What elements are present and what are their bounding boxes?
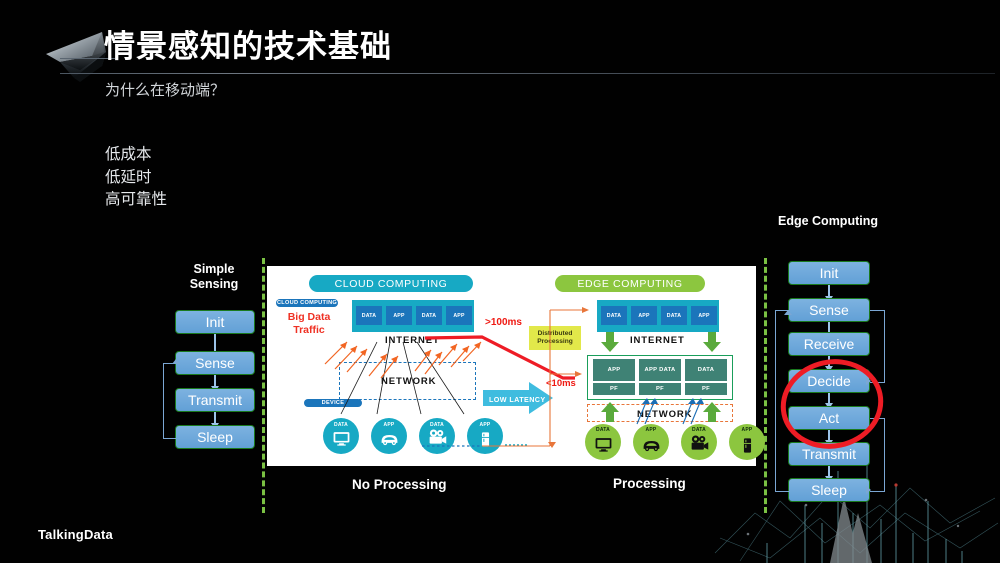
edge-server-1-top: APP DATA [639, 359, 681, 381]
edge-device-uplinks [636, 398, 704, 425]
separator-left [262, 258, 265, 513]
left-node-transmit[interactable]: Transmit [175, 388, 255, 412]
right-node-receive[interactable]: Receive [788, 332, 870, 356]
edge-down-arrows [601, 332, 721, 352]
processing-caption: Processing [613, 476, 686, 491]
left-arrow-1 [211, 375, 219, 392]
edge-device-1-label: APP [645, 427, 657, 433]
edge-device-2: DATA [681, 424, 717, 460]
bullet-list: 低成本 低延时 高可靠性 [105, 144, 167, 212]
left-flow-title-line1: Simple [193, 262, 235, 276]
monitor-icon [595, 438, 611, 452]
edge-device-3: APP [729, 424, 765, 460]
edge-device-1: APP [633, 424, 669, 460]
left-loop-arrowhead-icon [172, 359, 180, 364]
refrigerator-icon [743, 438, 751, 453]
bullet-item-0: 低成本 [105, 146, 152, 163]
right-loop-outer-arrowhead-icon [784, 306, 792, 315]
left-loop-path [163, 363, 177, 439]
bullet-item-1: 低延时 [105, 168, 152, 186]
slide-root: 情景感知的技术基础 为什么在移动端？ 低成本 低延时 高可靠性 Simple S… [0, 0, 1000, 563]
no-processing-caption: No Processing [352, 477, 447, 492]
edge-cell-2: DATA [661, 306, 687, 325]
right-loop-sleep-arrowhead-icon [866, 486, 871, 494]
page-subtitle: 为什么在移动端？ [105, 82, 226, 99]
right-node-init[interactable]: Init [788, 261, 870, 285]
left-arrow-0 [211, 334, 219, 357]
architecture-diagram-panel: CLOUD COMPUTING EDGE COMPUTING CLOUD COM… [267, 266, 765, 466]
video-camera-icon [691, 435, 708, 450]
edge-cell-1: APP [631, 306, 657, 325]
page-title: 情景感知的技术基础 [104, 29, 392, 64]
edge-cell-3: APP [691, 306, 717, 325]
low-latency-arrow-label: LOW LATENCY [489, 395, 546, 404]
left-arrow-2 [211, 412, 219, 429]
right-node-sleep[interactable]: Sleep [788, 478, 870, 502]
left-node-init[interactable]: Init [175, 310, 255, 334]
edge-device-2-label: DATA [692, 427, 706, 433]
edge-server-0-top: APP [593, 359, 635, 381]
edge-server-2-top: DATA [685, 359, 727, 381]
bullet-item-2: 高可靠性 [105, 191, 168, 208]
car-icon [643, 441, 659, 452]
left-flow-title-line2: Sensing [189, 277, 239, 291]
right-arrow-5 [825, 466, 833, 482]
right-flow-title: Edge Computing [778, 214, 878, 228]
title-rule [60, 73, 995, 74]
left-flow-title: Simple Sensing [168, 262, 260, 292]
edge-cell-0: DATA [601, 306, 627, 325]
left-node-sleep[interactable]: Sleep [175, 425, 255, 449]
footer-logo: TalkingData [38, 527, 113, 542]
separator-right [764, 258, 767, 513]
decide-act-highlight-ellipse [780, 359, 884, 449]
edge-device-0-label: DATA [596, 427, 610, 433]
left-node-sense[interactable]: Sense [175, 351, 255, 375]
edge-device-0: DATA [585, 424, 621, 460]
edge-device-3-label: APP [741, 427, 753, 433]
right-node-sense[interactable]: Sense [788, 298, 870, 322]
right-arrow-0 [825, 285, 833, 302]
